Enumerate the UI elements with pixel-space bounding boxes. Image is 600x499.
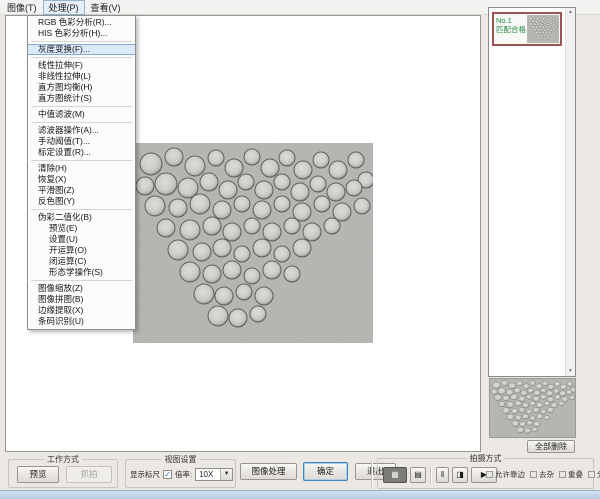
menu-item[interactable]: 闭运算(C) [28, 256, 135, 267]
menu-item[interactable]: 预览(E) [28, 223, 135, 234]
list-item[interactable]: No.1 匹配合格 [492, 12, 562, 46]
option-label: 去杂 [539, 469, 554, 480]
list-item-thumbnail [527, 15, 559, 43]
menu-item[interactable]: 图像缩放(Z) [28, 283, 135, 294]
grid-icon[interactable]: ▦ [383, 467, 407, 483]
particle-svg [490, 379, 576, 438]
preview-button[interactable]: 预览 [17, 466, 59, 483]
menu-item[interactable]: 条码识别(U) [28, 316, 135, 327]
particle-image [133, 143, 373, 343]
menu-item[interactable]: 滤波器操作(A)... [28, 125, 135, 136]
menu-separator [31, 122, 132, 123]
menu-separator [31, 209, 132, 210]
option-box-icon[interactable] [588, 471, 595, 478]
menu-item[interactable]: 清除(H) [28, 163, 135, 174]
zoom-label: 倍率: [175, 469, 192, 480]
option-box-icon[interactable] [530, 471, 537, 478]
menu-separator [31, 57, 132, 58]
menu-item[interactable]: 开运算(O) [28, 245, 135, 256]
capture-button[interactable]: 抓拍 [66, 466, 112, 483]
menu-item[interactable]: 手动阈值(T)... [28, 136, 135, 147]
menu-item[interactable]: 反色图(Y) [28, 196, 135, 207]
list-scrollbar[interactable]: ▲ ▼ [565, 8, 575, 376]
particle-svg [133, 143, 373, 343]
menu-process[interactable]: 处理(P) [43, 0, 85, 15]
app-window: 图像(T) 处理(P) 查看(V) RGB 色彩分析(R)...HIS 色彩分析… [0, 0, 600, 499]
chevron-down-icon[interactable]: ▼ [220, 469, 232, 480]
capture-options: 允许靠边 去杂 重叠分割 [486, 469, 600, 480]
window-bottom-band [0, 490, 600, 499]
scroll-up-icon[interactable]: ▲ [566, 8, 575, 17]
scroll-down-icon[interactable]: ▼ [566, 367, 575, 376]
menu-item[interactable]: 中值滤波(M) [28, 109, 135, 120]
capture-tools: ▦▤‖◨▶ [383, 466, 497, 484]
option-box-icon[interactable] [486, 471, 493, 478]
menu-item[interactable]: 标定设置(R)... [28, 147, 135, 158]
menu-item[interactable]: 设置(U) [28, 234, 135, 245]
capture-option[interactable]: 允许靠边 [486, 469, 525, 480]
image-list[interactable]: No.1 匹配合格 ▲ ▼ [488, 7, 576, 377]
menu-separator [31, 280, 132, 281]
menu-separator [31, 106, 132, 107]
capture-option[interactable]: 分割 [588, 469, 600, 480]
process-menu-dropdown: RGB 色彩分析(R)...HIS 色彩分析(H)... 灰度变换(F)... 线性… [27, 15, 136, 330]
option-label: 重叠 [568, 469, 583, 480]
menu-item[interactable]: 平滑图(Z) [28, 185, 135, 196]
capture-option[interactable]: 去杂 [530, 469, 554, 480]
option-label: 允许靠边 [495, 469, 525, 480]
menu-separator [31, 160, 132, 161]
menu-item[interactable]: 形态学操作(S) [28, 267, 135, 278]
pause-icon[interactable]: ‖ [436, 467, 449, 483]
preview-thumbnail [489, 378, 576, 438]
menu-view[interactable]: 查看(V) [85, 0, 127, 15]
menu-image[interactable]: 图像(T) [1, 0, 43, 15]
capture-mode-group: 拍摄方式 ▦▤‖◨▶ 允许靠边去杂重叠分割 [377, 458, 594, 489]
work-mode-group: 工作方式 预览 抓拍 [8, 459, 118, 488]
image-process-button[interactable]: 图像处理 [240, 463, 297, 480]
option-box-icon[interactable] [559, 471, 566, 478]
menu-item[interactable]: 灰度变换(F)... [28, 44, 135, 55]
particle-svg [528, 16, 559, 42]
item-number: No.1 [496, 16, 526, 25]
magnification-value: 10X [199, 470, 213, 479]
menu-item[interactable]: RGB 色彩分析(R)... [28, 17, 135, 28]
item-status: 匹配合格 [496, 25, 526, 34]
capture-mode-label: 拍摄方式 [467, 453, 505, 464]
menu-item[interactable]: 直方图均衡(H) [28, 82, 135, 93]
ruler-checkbox[interactable]: ✓ [163, 470, 172, 479]
menu-item[interactable]: 恢复(X) [28, 174, 135, 185]
contrast-icon[interactable]: ◨ [452, 467, 468, 483]
menu-item[interactable]: HIS 色彩分析(H)... [28, 28, 135, 39]
ruler-label: 显示标尺 [130, 469, 160, 480]
menu-item[interactable]: 图像拼图(B) [28, 294, 135, 305]
view-settings-group: 视图设置 显示标尺 ✓ 倍率: 10X ▼ [125, 459, 236, 488]
stamp-icon[interactable]: ▤ [410, 467, 426, 483]
ok-button[interactable]: 确定 [303, 462, 348, 481]
menu-item[interactable]: 非线性拉伸(L) [28, 71, 135, 82]
menu-separator [31, 41, 132, 42]
toolbar-divider [371, 461, 373, 487]
menu-item[interactable]: 直方图统计(S) [28, 93, 135, 104]
tool-separator [430, 466, 432, 484]
capture-option[interactable]: 重叠 [559, 469, 583, 480]
menu-item[interactable]: 伪彩二值化(B) [28, 212, 135, 223]
menu-item[interactable]: 线性拉伸(F) [28, 60, 135, 71]
list-item-label: No.1 匹配合格 [494, 14, 526, 44]
menu-item[interactable]: 边缘提取(X) [28, 305, 135, 316]
delete-all-button[interactable]: 全部删除 [527, 440, 575, 453]
magnification-select[interactable]: 10X ▼ [195, 468, 233, 481]
view-settings-label: 视图设置 [162, 454, 200, 465]
work-mode-label: 工作方式 [44, 454, 82, 465]
